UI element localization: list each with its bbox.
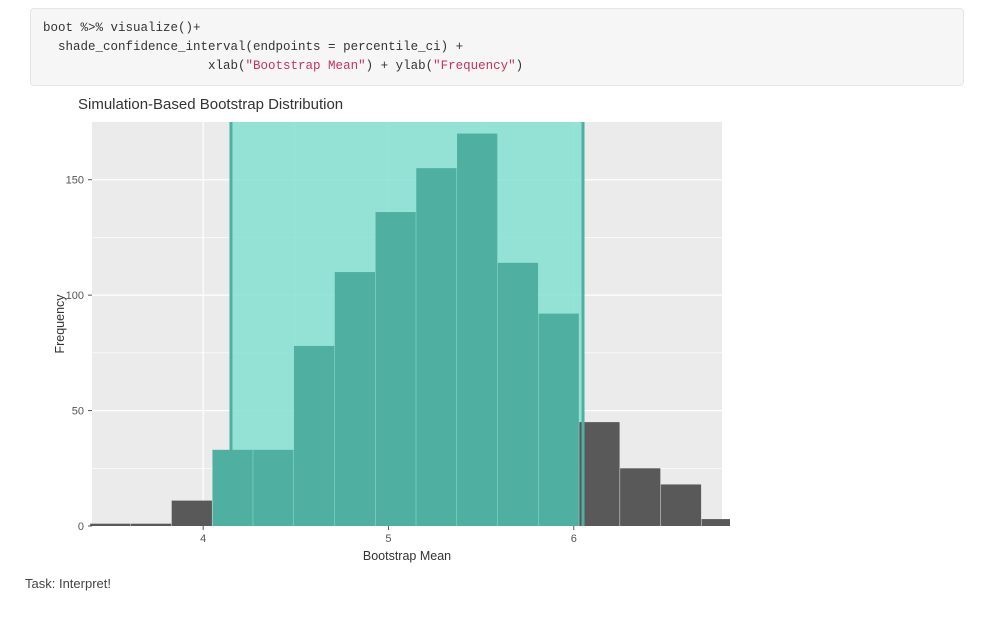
svg-text:100: 100 <box>66 290 84 302</box>
svg-text:4: 4 <box>200 533 206 545</box>
code-token: ) <box>366 59 381 73</box>
svg-text:Bootstrap Mean: Bootstrap Mean <box>363 549 451 563</box>
svg-text:Frequency: Frequency <box>53 294 67 354</box>
code-token: + <box>193 21 201 35</box>
svg-text:0: 0 <box>78 521 84 533</box>
code-token: + <box>456 40 464 54</box>
code-token: ) <box>516 59 524 73</box>
svg-text:5: 5 <box>385 533 391 545</box>
code-token: %>% <box>81 21 104 35</box>
code-token: shade_confidence_interval(endpoints <box>43 40 328 54</box>
code-string: "Bootstrap Mean" <box>246 59 366 73</box>
code-token: + <box>381 59 389 73</box>
code-token: boot <box>43 21 81 35</box>
chart-container: Simulation-Based Bootstrap Distribution … <box>50 96 964 566</box>
svg-text:50: 50 <box>72 406 84 418</box>
task-text: Task: Interpret! <box>25 576 964 591</box>
code-string: "Frequency" <box>433 59 516 73</box>
code-token: visualize() <box>103 21 193 35</box>
chart-title: Simulation-Based Bootstrap Distribution <box>78 96 964 113</box>
code-token: percentile_ci) <box>336 40 456 54</box>
svg-text:6: 6 <box>571 533 577 545</box>
code-block: boot %>% visualize()+ shade_confidence_i… <box>30 8 964 86</box>
chart-svg: 0 50 100 150 4 5 6 Bootstrap Mean Frequency <box>50 116 730 566</box>
svg-text:150: 150 <box>66 175 84 187</box>
code-token: = <box>328 40 336 54</box>
code-token: xlab( <box>43 59 246 73</box>
code-token: ylab( <box>388 59 433 73</box>
